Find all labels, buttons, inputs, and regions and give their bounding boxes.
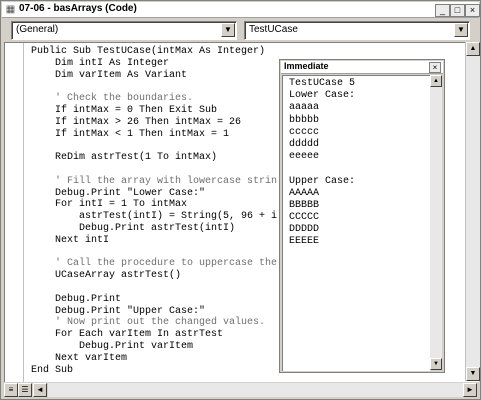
margin-indicator-bar[interactable] [5, 43, 24, 382]
scroll-left-button[interactable]: ◄ [33, 383, 47, 397]
scroll-down-button[interactable]: ▼ [466, 367, 480, 381]
immediate-text[interactable]: TestUCase 5 Lower Case: aaaaa bbbbb ccccc ddd… [289, 78, 355, 249]
procedure-combo-value: TestUCase [249, 24, 298, 35]
code-line[interactable]: If intMax > 26 Then intMax = 26 [31, 117, 277, 129]
procedure-combo-dropdown-button[interactable]: ▼ [454, 23, 468, 37]
code-line[interactable]: UCaseArray astrTest() [31, 270, 277, 282]
immediate-vertical-scrollbar[interactable]: ▲ ▼ [430, 75, 442, 370]
title-bar[interactable]: ▦ 07-06 - basArrays (Code) _ □ × [2, 2, 480, 18]
immediate-output-line[interactable]: DDDDD [289, 224, 355, 236]
close-button[interactable]: × [465, 4, 480, 17]
code-comment-line[interactable]: ' Check the boundaries. [31, 93, 277, 105]
code-line[interactable]: ReDim astrTest(1 To intMax) [31, 152, 277, 164]
code-line[interactable] [31, 164, 277, 176]
procedure-combo[interactable]: TestUCase ▼ [244, 21, 470, 40]
immediate-output-line[interactable]: bbbbb [289, 115, 355, 127]
code-line[interactable]: astrTest(intI) = String(5, 96 + i [31, 211, 277, 223]
code-horizontal-scrollbar[interactable] [48, 383, 463, 397]
immediate-output-line[interactable]: TestUCase 5 [289, 78, 355, 90]
code-line[interactable]: For intI = 1 To intMax [31, 199, 277, 211]
object-combo-dropdown-button[interactable]: ▼ [221, 23, 235, 37]
window-title: 07-06 - basArrays (Code) [19, 3, 137, 14]
full-module-view-button[interactable]: ☰ [18, 383, 32, 397]
code-line[interactable]: Next varItem [31, 353, 277, 365]
code-window-icon: ▦ [5, 4, 16, 15]
immediate-scroll-down-button[interactable]: ▼ [430, 358, 442, 370]
immediate-output-line[interactable]: BBBBB [289, 200, 355, 212]
code-line[interactable] [31, 282, 277, 294]
immediate-scroll-up-button[interactable]: ▲ [430, 75, 442, 87]
immediate-output-line[interactable] [289, 163, 355, 175]
immediate-output-line[interactable]: eeeee [289, 151, 355, 163]
code-line[interactable]: Debug.Print [31, 294, 277, 306]
code-text[interactable]: Public Sub TestUCase(intMax As Integer) … [31, 46, 277, 376]
maximize-button[interactable]: □ [450, 4, 465, 17]
immediate-window: Immediate × TestUCase 5 Lower Case: aaaaa b… [279, 59, 445, 373]
procedure-view-button[interactable]: ≡ [4, 383, 18, 397]
code-line[interactable]: Debug.Print "Lower Case:" [31, 188, 277, 200]
immediate-output-line[interactable]: aaaaa [289, 102, 355, 114]
immediate-output-line[interactable]: EEEEE [289, 236, 355, 248]
immediate-title: Immediate [284, 61, 329, 71]
immediate-output-line[interactable]: CCCCC [289, 212, 355, 224]
code-line[interactable]: Debug.Print varItem [31, 341, 277, 353]
code-line[interactable]: For Each varItem In astrTest [31, 329, 277, 341]
code-bottom-bar: ≡ ☰ ◄ ► [2, 382, 479, 398]
immediate-output-line[interactable]: ccccc [289, 127, 355, 139]
code-comment-line[interactable]: ' Fill the array with lowercase strin [31, 176, 277, 188]
code-line[interactable]: Dim varItem As Variant [31, 70, 277, 82]
code-vertical-scrollbar[interactable]: ▲ ▼ [465, 42, 480, 381]
code-line[interactable]: Next intI [31, 235, 277, 247]
code-line[interactable]: Dim intI As Integer [31, 58, 277, 70]
combo-bar: (General) ▼ TestUCase ▼ [2, 18, 479, 42]
minimize-button[interactable]: _ [435, 4, 450, 17]
code-comment-line[interactable]: ' Now print out the changed values. [31, 317, 277, 329]
immediate-output-line[interactable]: Upper Case: [289, 176, 355, 188]
code-line[interactable]: Debug.Print astrTest(intI) [31, 223, 277, 235]
immediate-output-line[interactable]: AAAAA [289, 188, 355, 200]
code-window: ▦ 07-06 - basArrays (Code) _ □ × (Genera… [0, 0, 481, 400]
immediate-close-button[interactable]: × [429, 62, 441, 73]
code-line[interactable]: End Sub [31, 365, 277, 377]
code-line[interactable]: If intMax = 0 Then Exit Sub [31, 105, 277, 117]
scroll-right-button[interactable]: ► [463, 383, 477, 397]
code-line[interactable]: Debug.Print "Upper Case:" [31, 306, 277, 318]
object-combo[interactable]: (General) ▼ [11, 21, 237, 40]
immediate-output-line[interactable]: Lower Case: [289, 90, 355, 102]
immediate-output-line[interactable]: ddddd [289, 139, 355, 151]
code-line[interactable]: If intMax < 1 Then intMax = 1 [31, 129, 277, 141]
object-combo-value: (General) [16, 24, 59, 35]
code-comment-line[interactable]: ' Call the procedure to uppercase the [31, 258, 277, 270]
immediate-output[interactable]: TestUCase 5 Lower Case: aaaaa bbbbb ccccc ddd… [282, 75, 430, 371]
scroll-up-button[interactable]: ▲ [466, 42, 480, 56]
immediate-title-bar[interactable]: Immediate × [281, 61, 443, 74]
code-line[interactable] [31, 140, 277, 152]
code-line[interactable] [31, 81, 277, 93]
code-line[interactable]: Public Sub TestUCase(intMax As Integer) [31, 46, 277, 58]
code-line[interactable] [31, 247, 277, 259]
